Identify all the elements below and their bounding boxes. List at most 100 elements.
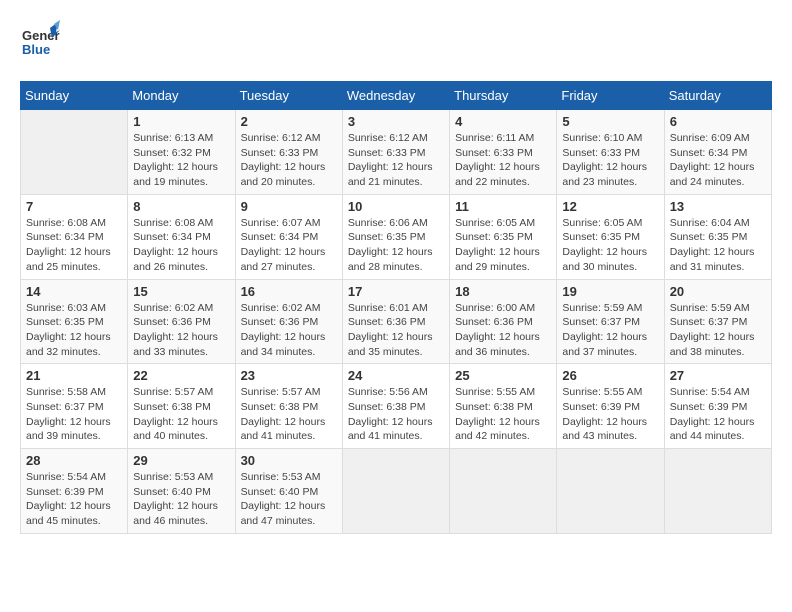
day-number: 3: [348, 114, 444, 129]
calendar-cell: 4Sunrise: 6:11 AM Sunset: 6:33 PM Daylig…: [450, 110, 557, 195]
calendar-cell: 25 Sunrise: 5:55 AM Sunset: 6:38 PM Dayli…: [450, 364, 557, 449]
calendar-cell: 8 Sunrise: 6:08 AM Sunset: 6:34 PM Daylig…: [128, 194, 235, 279]
calendar-day-header: Tuesday: [235, 82, 342, 110]
calendar-cell: 10 Sunrise: 6:06 AM Sunset: 6:35 PM Dayli…: [342, 194, 449, 279]
calendar-cell: [21, 110, 128, 195]
day-number: 12: [562, 199, 658, 214]
calendar-cell: 30 Sunrise: 5:53 AM Sunset: 6:40 PM Dayli…: [235, 449, 342, 534]
day-number: 15: [133, 284, 229, 299]
calendar-week-row: 1Sunrise: 6:13 AM Sunset: 6:32 PM Daylig…: [21, 110, 772, 195]
day-info: Sunrise: 5:54 AM Sunset: 6:39 PM Dayligh…: [26, 470, 122, 529]
day-info: Sunrise: 6:08 AM Sunset: 6:34 PM Dayligh…: [133, 216, 229, 275]
day-number: 7: [26, 199, 122, 214]
day-info: Sunrise: 5:57 AM Sunset: 6:38 PM Dayligh…: [241, 385, 337, 444]
calendar-day-header: Sunday: [21, 82, 128, 110]
day-info: Sunrise: 5:57 AM Sunset: 6:38 PM Dayligh…: [133, 385, 229, 444]
calendar-cell: 16 Sunrise: 6:02 AM Sunset: 6:36 PM Dayli…: [235, 279, 342, 364]
calendar-cell: 14 Sunrise: 6:03 AM Sunset: 6:35 PM Dayli…: [21, 279, 128, 364]
day-number: 20: [670, 284, 766, 299]
day-info: Sunrise: 5:55 AM Sunset: 6:39 PM Dayligh…: [562, 385, 658, 444]
calendar-cell: 2 Sunrise: 6:12 AM Sunset: 6:33 PM Daylig…: [235, 110, 342, 195]
calendar-cell: 3 Sunrise: 6:12 AM Sunset: 6:33 PM Daylig…: [342, 110, 449, 195]
day-number: 27: [670, 368, 766, 383]
day-number: 21: [26, 368, 122, 383]
day-number: 19: [562, 284, 658, 299]
day-number: 26: [562, 368, 658, 383]
day-info: Sunrise: 6:07 AM Sunset: 6:34 PM Dayligh…: [241, 216, 337, 275]
day-number: 10: [348, 199, 444, 214]
day-info: Sunrise: 6:09 AM Sunset: 6:34 PM Dayligh…: [670, 131, 766, 190]
day-number: 25: [455, 368, 551, 383]
page-header: General Blue: [20, 20, 772, 65]
day-info: Sunrise: 5:53 AM Sunset: 6:40 PM Dayligh…: [241, 470, 337, 529]
calendar-cell: [450, 449, 557, 534]
day-info: Sunrise: 6:10 AM Sunset: 6:33 PM Dayligh…: [562, 131, 658, 190]
day-info: Sunrise: 6:06 AM Sunset: 6:35 PM Dayligh…: [348, 216, 444, 275]
day-info: Sunrise: 5:58 AM Sunset: 6:37 PM Dayligh…: [26, 385, 122, 444]
calendar-cell: 28Sunrise: 5:54 AM Sunset: 6:39 PM Dayli…: [21, 449, 128, 534]
logo: General Blue: [20, 20, 60, 65]
calendar-day-header: Saturday: [664, 82, 771, 110]
calendar-cell: 15 Sunrise: 6:02 AM Sunset: 6:36 PM Dayli…: [128, 279, 235, 364]
calendar-week-row: 7 Sunrise: 6:08 AM Sunset: 6:34 PM Daylig…: [21, 194, 772, 279]
day-number: 23: [241, 368, 337, 383]
logo-icon: General Blue: [20, 20, 60, 60]
day-number: 2: [241, 114, 337, 129]
day-info: Sunrise: 5:54 AM Sunset: 6:39 PM Dayligh…: [670, 385, 766, 444]
calendar-week-row: 21 Sunrise: 5:58 AM Sunset: 6:37 PM Dayli…: [21, 364, 772, 449]
day-info: Sunrise: 6:02 AM Sunset: 6:36 PM Dayligh…: [241, 301, 337, 360]
calendar-header-row: SundayMondayTuesdayWednesdayThursdayFrid…: [21, 82, 772, 110]
calendar-table: SundayMondayTuesdayWednesdayThursdayFrid…: [20, 81, 772, 534]
calendar-cell: 27 Sunrise: 5:54 AM Sunset: 6:39 PM Dayli…: [664, 364, 771, 449]
calendar-day-header: Wednesday: [342, 82, 449, 110]
day-info: Sunrise: 6:05 AM Sunset: 6:35 PM Dayligh…: [455, 216, 551, 275]
day-info: Sunrise: 5:56 AM Sunset: 6:38 PM Dayligh…: [348, 385, 444, 444]
day-info: Sunrise: 6:11 AM Sunset: 6:33 PM Dayligh…: [455, 131, 551, 190]
calendar-cell: 20 Sunrise: 5:59 AM Sunset: 6:37 PM Dayli…: [664, 279, 771, 364]
day-number: 18: [455, 284, 551, 299]
day-info: Sunrise: 6:12 AM Sunset: 6:33 PM Dayligh…: [241, 131, 337, 190]
day-info: Sunrise: 6:12 AM Sunset: 6:33 PM Dayligh…: [348, 131, 444, 190]
day-info: Sunrise: 6:01 AM Sunset: 6:36 PM Dayligh…: [348, 301, 444, 360]
day-number: 5: [562, 114, 658, 129]
day-info: Sunrise: 6:05 AM Sunset: 6:35 PM Dayligh…: [562, 216, 658, 275]
svg-text:Blue: Blue: [22, 42, 50, 57]
day-info: Sunrise: 5:55 AM Sunset: 6:38 PM Dayligh…: [455, 385, 551, 444]
calendar-cell: 6 Sunrise: 6:09 AM Sunset: 6:34 PM Daylig…: [664, 110, 771, 195]
day-info: Sunrise: 6:04 AM Sunset: 6:35 PM Dayligh…: [670, 216, 766, 275]
day-number: 6: [670, 114, 766, 129]
day-info: Sunrise: 6:03 AM Sunset: 6:35 PM Dayligh…: [26, 301, 122, 360]
day-number: 8: [133, 199, 229, 214]
calendar-cell: 17Sunrise: 6:01 AM Sunset: 6:36 PM Dayli…: [342, 279, 449, 364]
day-info: Sunrise: 6:02 AM Sunset: 6:36 PM Dayligh…: [133, 301, 229, 360]
calendar-cell: 1Sunrise: 6:13 AM Sunset: 6:32 PM Daylig…: [128, 110, 235, 195]
calendar-cell: 23 Sunrise: 5:57 AM Sunset: 6:38 PM Dayli…: [235, 364, 342, 449]
calendar-cell: 18Sunrise: 6:00 AM Sunset: 6:36 PM Dayli…: [450, 279, 557, 364]
calendar-day-header: Friday: [557, 82, 664, 110]
calendar-cell: [557, 449, 664, 534]
calendar-cell: [664, 449, 771, 534]
day-number: 30: [241, 453, 337, 468]
day-number: 9: [241, 199, 337, 214]
calendar-cell: 19 Sunrise: 5:59 AM Sunset: 6:37 PM Dayli…: [557, 279, 664, 364]
day-number: 11: [455, 199, 551, 214]
calendar-day-header: Thursday: [450, 82, 557, 110]
day-number: 29: [133, 453, 229, 468]
calendar-cell: 11 Sunrise: 6:05 AM Sunset: 6:35 PM Dayli…: [450, 194, 557, 279]
day-info: Sunrise: 5:59 AM Sunset: 6:37 PM Dayligh…: [562, 301, 658, 360]
calendar-cell: 26 Sunrise: 5:55 AM Sunset: 6:39 PM Dayli…: [557, 364, 664, 449]
day-number: 14: [26, 284, 122, 299]
day-number: 24: [348, 368, 444, 383]
calendar-cell: 22 Sunrise: 5:57 AM Sunset: 6:38 PM Dayli…: [128, 364, 235, 449]
calendar-cell: 29 Sunrise: 5:53 AM Sunset: 6:40 PM Dayli…: [128, 449, 235, 534]
day-info: Sunrise: 5:59 AM Sunset: 6:37 PM Dayligh…: [670, 301, 766, 360]
day-info: Sunrise: 6:13 AM Sunset: 6:32 PM Dayligh…: [133, 131, 229, 190]
day-number: 22: [133, 368, 229, 383]
calendar-cell: 7Sunrise: 6:08 AM Sunset: 6:34 PM Daylig…: [21, 194, 128, 279]
calendar-cell: 12 Sunrise: 6:05 AM Sunset: 6:35 PM Dayli…: [557, 194, 664, 279]
day-number: 13: [670, 199, 766, 214]
calendar-cell: 21 Sunrise: 5:58 AM Sunset: 6:37 PM Dayli…: [21, 364, 128, 449]
day-number: 16: [241, 284, 337, 299]
day-info: Sunrise: 5:53 AM Sunset: 6:40 PM Dayligh…: [133, 470, 229, 529]
calendar-cell: 5 Sunrise: 6:10 AM Sunset: 6:33 PM Daylig…: [557, 110, 664, 195]
